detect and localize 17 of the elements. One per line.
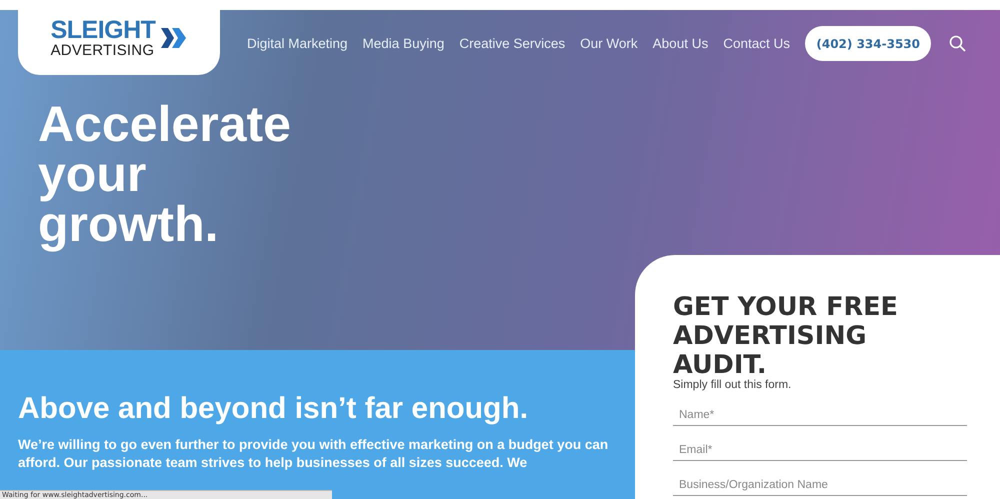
nav-link[interactable]: Contact Us — [723, 36, 790, 51]
hero-headline: your — [38, 149, 148, 199]
logo-subtitle: ADVERTISING — [50, 42, 156, 58]
logo-name: SLEIGHT — [50, 18, 156, 42]
form-subtitle: Simply fill out this form. — [673, 379, 792, 391]
nav-link[interactable]: About Us — [652, 36, 708, 51]
nav-link[interactable]: Creative Services — [459, 36, 566, 51]
search-icon[interactable] — [949, 35, 966, 52]
section-paragraph: We’re willing to go even further to provide you with effective marketing on a budget you can afford. Our passionate team strives to help businesses of all sizes succeed. We — [18, 436, 610, 472]
nav-link[interactable]: Our Work — [580, 36, 638, 51]
phone-button[interactable]: (402) 334-3530 — [805, 26, 931, 61]
hero-headline: Accelerate — [38, 99, 292, 149]
section-heading: Above and beyond isn’t far enough. — [18, 392, 530, 426]
logo[interactable]: SLEIGHT ADVERTISING — [18, 10, 220, 75]
nav-link[interactable]: Digital Marketing — [247, 36, 348, 51]
form-title: GET YOUR FREE ADVERTISING AUDIT. — [673, 293, 899, 380]
nav-link[interactable]: Media Buying — [362, 36, 444, 51]
